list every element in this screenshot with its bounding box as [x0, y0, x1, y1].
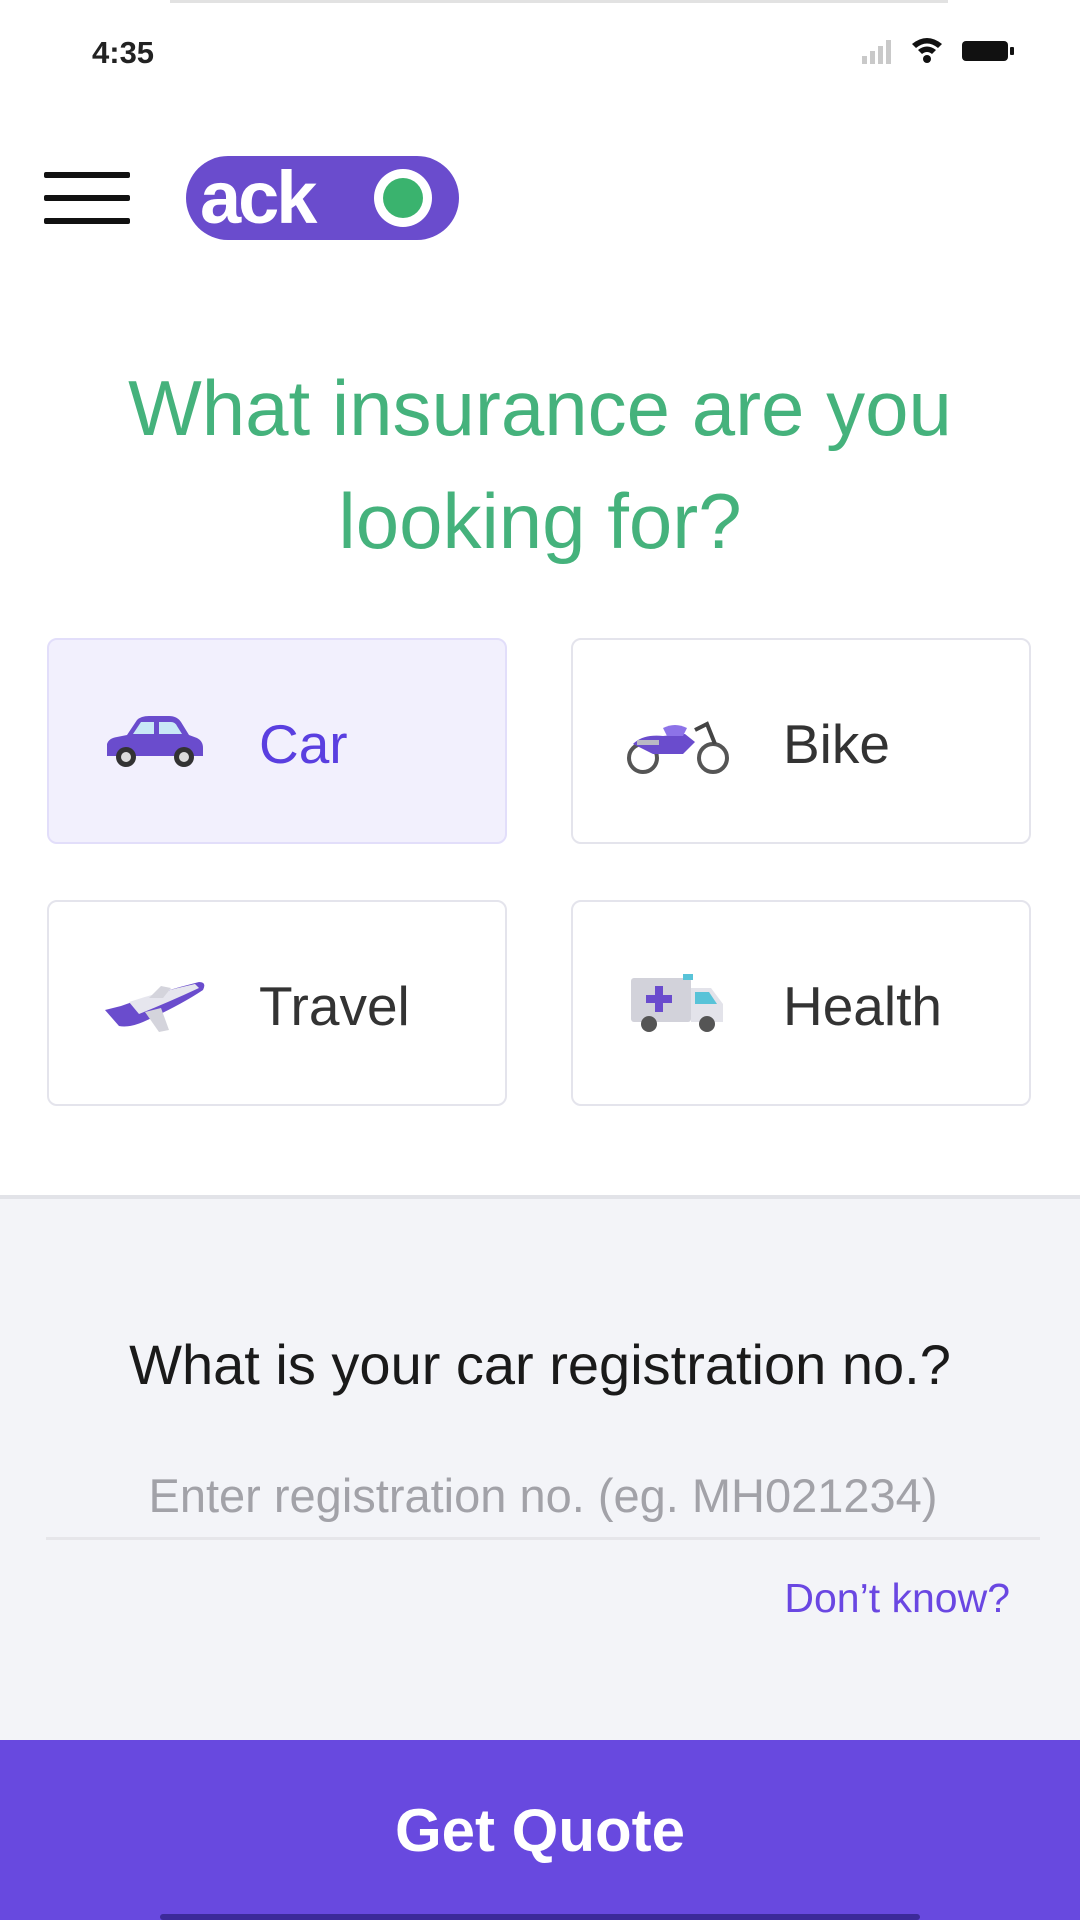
option-label-bike: Bike: [783, 713, 890, 775]
option-car[interactable]: Car: [47, 638, 507, 844]
option-travel[interactable]: Travel: [47, 900, 507, 1106]
signal-icon: [862, 40, 891, 64]
registration-section: What is your car registration no.? Don’t…: [0, 1195, 1080, 1744]
option-bike[interactable]: Bike: [571, 638, 1031, 844]
option-label-travel: Travel: [259, 975, 410, 1037]
svg-text:ack: ack: [200, 156, 318, 239]
status-time: 4:35: [92, 35, 155, 70]
registration-question: What is your car registration no.?: [129, 1333, 951, 1396]
registration-input[interactable]: [46, 1453, 1040, 1540]
option-label-health: Health: [783, 975, 942, 1037]
get-quote-button[interactable]: Get Quote: [0, 1740, 1080, 1920]
ambulance-icon: [631, 974, 723, 1032]
page-headline: What insurance are you looking for?: [60, 352, 1020, 578]
battery-icon: [962, 41, 1014, 61]
option-label-car: Car: [259, 713, 348, 775]
acko-logo: ack: [186, 156, 459, 240]
headline-line-1: What insurance are you: [128, 364, 952, 452]
status-icons: [862, 38, 1014, 64]
airplane-icon: [105, 982, 205, 1032]
headline-line-2: looking for?: [338, 477, 742, 565]
home-indicator: [160, 1914, 920, 1920]
wifi-icon: [912, 38, 942, 63]
car-icon: [107, 716, 203, 767]
hamburger-menu-icon[interactable]: [44, 168, 132, 228]
status-bar: 4:35: [0, 0, 1080, 100]
bike-icon: [627, 721, 729, 774]
dont-know-link[interactable]: Don’t know?: [784, 1575, 1010, 1622]
option-health[interactable]: Health: [571, 900, 1031, 1106]
